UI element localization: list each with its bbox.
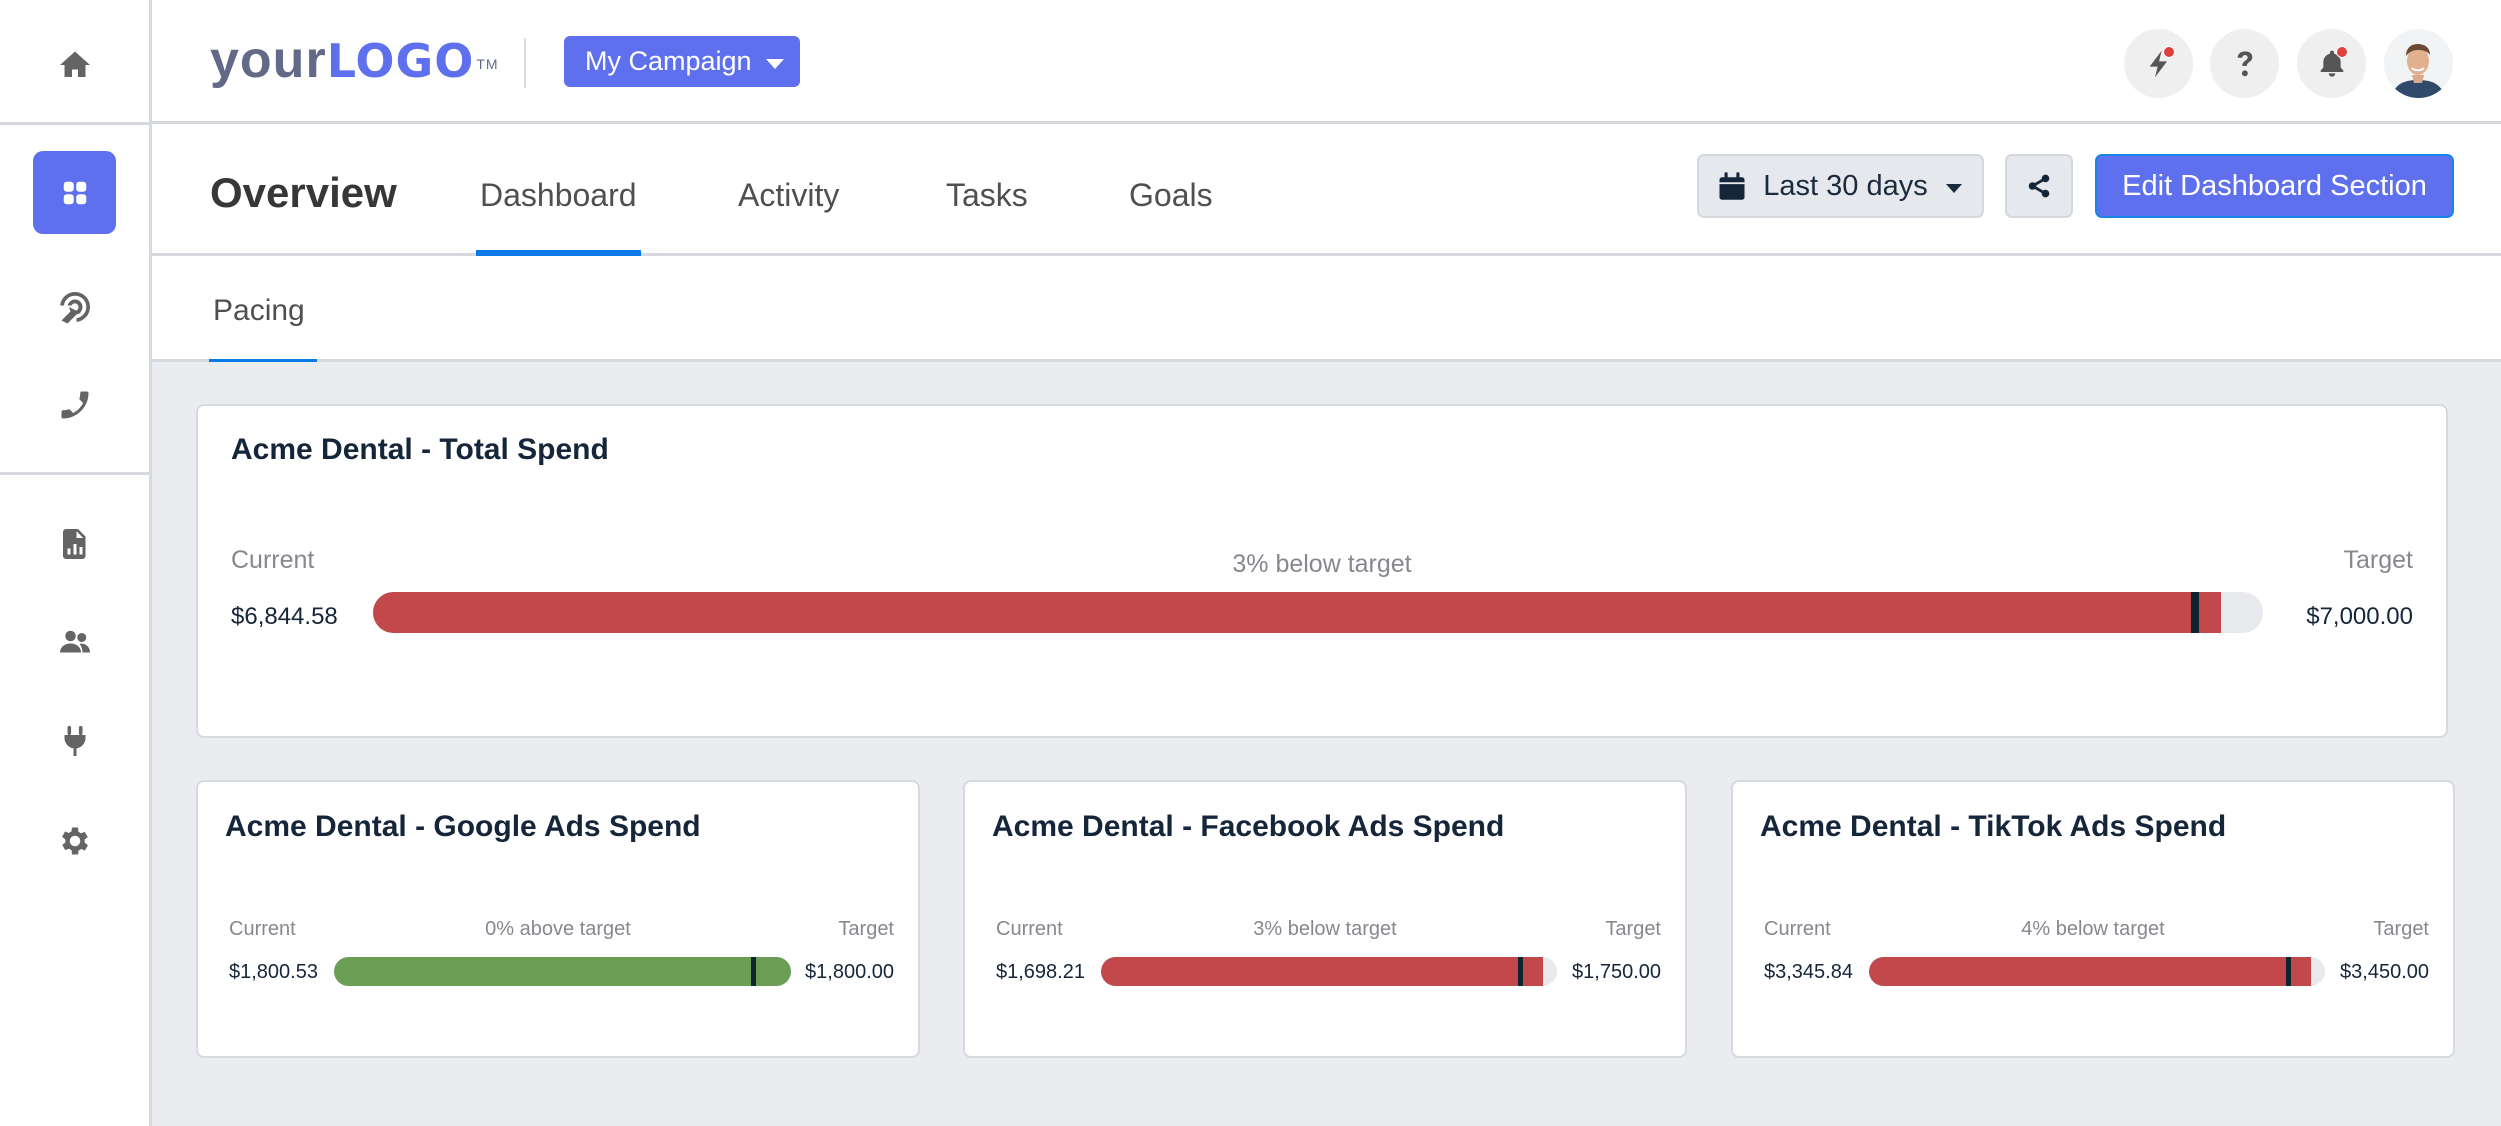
header-divider [524, 38, 526, 88]
card-title: Acme Dental - Total Spend [231, 433, 609, 466]
sidebar [0, 0, 152, 1126]
section-tabs: Pacing [152, 256, 2501, 365]
grid-icon [63, 181, 86, 204]
target-label: Target [838, 918, 894, 940]
card-title: Acme Dental - Google Ads Spend [225, 810, 701, 843]
pacing-status: 4% below target [2021, 918, 2165, 940]
chevron-down-icon [1945, 183, 1962, 193]
share-button[interactable] [2005, 154, 2073, 218]
current-value: $3,345.84 [1764, 961, 1853, 983]
plug-icon [64, 725, 85, 756]
notifications-button[interactable] [2297, 29, 2366, 98]
target-label: Target [2343, 546, 2413, 574]
campaign-label: My Campaign [585, 46, 752, 76]
sidebar-divider [0, 472, 149, 475]
gear-icon [61, 827, 88, 854]
pacing-bar [373, 592, 2263, 633]
sidebar-item-dashboard[interactable] [33, 151, 116, 234]
pacing-card-total: Acme Dental - Total Spend Current 3% bel… [196, 404, 2448, 738]
pacing-bar [334, 957, 791, 986]
pacing-status: 3% below target [1232, 550, 1412, 578]
page-title: Overview [210, 169, 397, 216]
pacing-bar-marker [2285, 957, 2291, 986]
phone-icon [61, 391, 88, 418]
report-file-icon [62, 528, 85, 559]
users-icon [59, 630, 90, 652]
sidebar-item-integrations[interactable] [33, 699, 116, 782]
tab-pacing[interactable]: Pacing [209, 294, 317, 365]
sidebar-item-calls[interactable] [33, 363, 116, 446]
avatar-photo [2384, 29, 2453, 98]
notification-badge [2163, 46, 2175, 58]
pacing-bar-fill [1869, 957, 2312, 986]
pacing-card-facebook-ads: Acme Dental - Facebook Ads Spend Current… [963, 780, 1687, 1058]
logo[interactable]: yourLOGO TM [210, 30, 499, 91]
tab-activity[interactable]: Activity [738, 177, 839, 256]
sidebar-divider [0, 122, 149, 125]
date-range-selector[interactable]: Last 30 days [1697, 154, 1984, 218]
pacing-bar-fill [334, 957, 791, 986]
sidebar-item-users[interactable] [33, 600, 116, 683]
current-value: $6,844.58 [231, 603, 338, 630]
help-icon [2237, 50, 2252, 76]
calendar-icon [1719, 172, 1745, 200]
tab-dashboard[interactable]: Dashboard [476, 177, 641, 256]
tab-tasks[interactable]: Tasks [946, 177, 1028, 256]
sidebar-item-targeting[interactable] [33, 265, 116, 348]
target-cursor-icon [59, 291, 90, 323]
tab-goals[interactable]: Goals [1129, 177, 1213, 256]
pacing-card-google-ads: Acme Dental - Google Ads Spend Current 0… [196, 780, 920, 1058]
pacing-bar-marker [750, 957, 756, 986]
quick-actions-button[interactable] [2124, 29, 2193, 98]
pacing-content: Acme Dental - Total Spend Current 3% bel… [152, 362, 2501, 1126]
campaign-selector[interactable]: My Campaign [564, 36, 800, 87]
top-header: yourLOGO TM My Campaign [152, 0, 2501, 124]
chevron-down-icon [765, 58, 784, 69]
pacing-card-tiktok-ads: Acme Dental - TikTok Ads Spend Current 4… [1731, 780, 2455, 1058]
logo-text-brand: LOGO [326, 34, 475, 88]
pacing-bar-marker [1517, 957, 1523, 986]
card-title: Acme Dental - TikTok Ads Spend [1760, 810, 2227, 843]
target-value: $1,750.00 [1572, 961, 1661, 983]
target-value: $1,800.00 [805, 961, 894, 983]
logo-trademark: TM [476, 56, 499, 72]
notification-badge [2336, 46, 2348, 58]
sidebar-item-reports[interactable] [33, 502, 116, 585]
share-icon [2028, 174, 2050, 198]
target-label: Target [1605, 918, 1661, 940]
logo-text-your: your [210, 31, 327, 89]
card-title: Acme Dental - Facebook Ads Spend [992, 810, 1505, 843]
edit-dashboard-section-button[interactable]: Edit Dashboard Section [2095, 154, 2454, 218]
target-value: $7,000.00 [2306, 603, 2413, 630]
sidebar-item-settings[interactable] [33, 799, 116, 882]
current-value: $1,800.53 [229, 961, 318, 983]
pacing-bar-marker [2190, 592, 2199, 633]
pacing-bar [1869, 957, 2325, 986]
pacing-bar-fill [373, 592, 2222, 633]
date-range-label: Last 30 days [1763, 169, 1928, 202]
pacing-bar-fill [1101, 957, 1544, 986]
home-icon [59, 51, 90, 77]
target-label: Target [2373, 918, 2429, 940]
app-root: yourLOGO TM My Campaign Overview Dashboa… [0, 0, 2501, 1126]
target-value: $3,450.00 [2340, 961, 2429, 983]
pacing-status: 0% above target [485, 918, 631, 940]
user-avatar[interactable] [2384, 29, 2453, 98]
pacing-status: 3% below target [1253, 918, 1397, 940]
help-button[interactable] [2210, 29, 2279, 98]
current-value: $1,698.21 [996, 961, 1085, 983]
pacing-bar [1101, 957, 1557, 986]
sidebar-item-home[interactable] [33, 23, 116, 106]
page-tabs-bar: Overview Dashboard Activity Tasks Goals … [152, 127, 2501, 256]
